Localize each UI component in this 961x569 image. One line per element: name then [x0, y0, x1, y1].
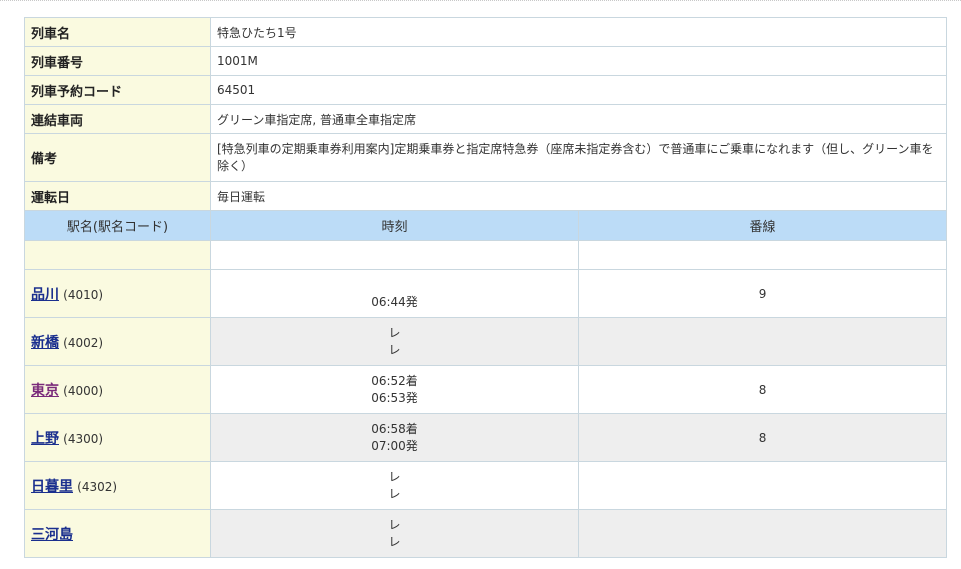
info-label: 列車予約コード: [24, 75, 211, 105]
info-value: 64501: [209, 75, 948, 105]
blank-cell: [577, 240, 948, 270]
blank-cell: [24, 240, 211, 270]
table-row: 東京 (4000) 06:52着 06:53発 8: [24, 365, 948, 414]
station-cell: 品川 (4010): [24, 269, 211, 318]
time-cell: 06:44発: [210, 269, 579, 318]
table-row: 三河島 レ レ: [24, 509, 948, 558]
train-detail-table: 列車名 特急ひたち1号 列車番号 1001M 列車予約コード 64501 連結車…: [24, 17, 948, 558]
track-cell: 9: [577, 269, 948, 318]
station-link[interactable]: 新橋: [31, 335, 59, 351]
time-line: レ: [388, 325, 401, 340]
track-cell: [577, 317, 948, 366]
time-cell: レ レ: [210, 317, 579, 366]
time-cell: 06:58着 07:00発: [210, 413, 579, 462]
info-value: グリーン車指定席, 普通車全車指定席: [209, 104, 948, 134]
time-line: レ: [388, 534, 401, 549]
time-line: 07:00発: [371, 438, 418, 453]
station-code: (4002): [63, 335, 104, 350]
time-line: 06:44発: [371, 295, 418, 309]
info-label: 連結車両: [24, 104, 211, 134]
info-value: 特急ひたち1号: [209, 17, 948, 47]
station-code: (4010): [63, 287, 104, 302]
station-link[interactable]: 日暮里: [31, 479, 73, 495]
info-row-train-name: 列車名 特急ひたち1号: [24, 17, 948, 47]
time-line: レ: [388, 469, 401, 484]
station-code: (4302): [77, 479, 118, 494]
time-line: レ: [388, 486, 401, 501]
time-line: レ: [388, 517, 401, 532]
info-label: 列車名: [24, 17, 211, 47]
info-value: 1001M: [209, 46, 948, 76]
station-link[interactable]: 上野: [31, 431, 59, 447]
station-cell: 新橋 (4002): [24, 317, 211, 366]
header-track: 番線: [577, 210, 948, 241]
station-cell: 上野 (4300): [24, 413, 211, 462]
header-time: 時刻: [210, 210, 579, 241]
blank-row: [24, 240, 948, 270]
info-value: [特急列車の定期乗車券利用案内]定期乗車券と指定席特急券（座席未指定券含む）で普…: [209, 133, 948, 182]
table-row: 上野 (4300) 06:58着 07:00発 8: [24, 413, 948, 462]
station-link[interactable]: 品川: [31, 287, 59, 303]
track-cell: 8: [577, 413, 948, 462]
info-label: 備考: [24, 133, 211, 182]
station-code: (4000): [63, 383, 104, 398]
blank-cell: [210, 240, 579, 270]
time-line: 06:58着: [371, 421, 418, 436]
time-cell: 06:52着 06:53発: [210, 365, 579, 414]
station-link[interactable]: 三河島: [31, 527, 73, 543]
track-cell: [577, 509, 948, 558]
info-value: 毎日運転: [209, 181, 948, 211]
time-line: 06:52着: [371, 373, 418, 388]
station-cell: 東京 (4000): [24, 365, 211, 414]
table-row: 品川 (4010) 06:44発 9: [24, 269, 948, 318]
info-row-reservation-code: 列車予約コード 64501: [24, 75, 948, 105]
top-dotted-rule: [0, 0, 961, 3]
time-cell: レ レ: [210, 509, 579, 558]
track-cell: 8: [577, 365, 948, 414]
time-cell: レ レ: [210, 461, 579, 510]
time-line: 06:53発: [371, 390, 418, 405]
info-label: 列車番号: [24, 46, 211, 76]
station-link[interactable]: 東京: [31, 383, 59, 399]
info-row-remarks: 備考 [特急列車の定期乗車券利用案内]定期乗車券と指定席特急券（座席未指定券含む…: [24, 133, 948, 182]
info-row-operation-days: 運転日 毎日運転: [24, 181, 948, 211]
table-row: 新橋 (4002) レ レ: [24, 317, 948, 366]
station-cell: 三河島: [24, 509, 211, 558]
station-cell: 日暮里 (4302): [24, 461, 211, 510]
header-station: 駅名(駅名コード): [24, 210, 211, 241]
info-label: 運転日: [24, 181, 211, 211]
timetable-header-row: 駅名(駅名コード) 時刻 番線: [24, 210, 948, 241]
info-row-cars: 連結車両 グリーン車指定席, 普通車全車指定席: [24, 104, 948, 134]
table-row: 日暮里 (4302) レ レ: [24, 461, 948, 510]
info-row-train-number: 列車番号 1001M: [24, 46, 948, 76]
track-cell: [577, 461, 948, 510]
time-line: レ: [388, 342, 401, 357]
station-code: (4300): [63, 431, 104, 446]
